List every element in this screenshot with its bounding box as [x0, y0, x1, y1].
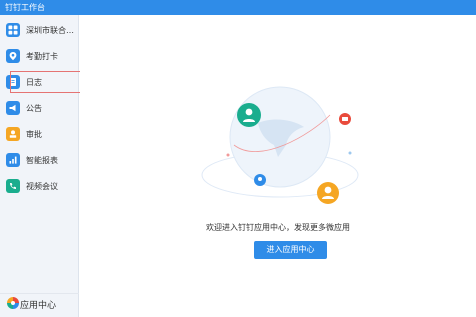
pinwheel-icon	[6, 296, 20, 313]
window-title: 钉钉工作台	[5, 3, 45, 12]
selection-highlight-box	[10, 71, 89, 93]
sidebar-item-label: 考勤打卡	[26, 51, 58, 61]
phone-video-icon	[6, 179, 20, 193]
sidebar-item-label: 智能报表	[26, 155, 58, 165]
sidebar-item-label: 深圳市联合创...	[26, 25, 79, 35]
app-center-illustration	[201, 86, 359, 204]
welcome-text: 欢迎进入钉钉应用中心，发现更多微应用	[206, 223, 350, 232]
enter-app-center-button[interactable]: 进入应用中心	[254, 241, 327, 259]
sidebar-item-attendance[interactable]: 考勤打卡	[0, 43, 79, 69]
sidebar-item-announcement[interactable]: 公告	[0, 95, 79, 121]
bar-chart-icon	[6, 153, 20, 167]
location-pin-icon	[6, 49, 20, 63]
sidebar-item-label: 应用中心	[20, 301, 57, 311]
window-titlebar: 钉钉工作台	[0, 0, 476, 15]
sidebar-item-org[interactable]: 深圳市联合创...	[0, 17, 79, 43]
main-panel: 欢迎进入钉钉应用中心，发现更多微应用 进入应用中心	[80, 15, 476, 317]
sidebar: 深圳市联合创... 考勤打卡 日志 公告 审批 智能报表 视频会议 应用中心	[0, 15, 79, 317]
person-stamp-icon	[6, 127, 20, 141]
megaphone-icon	[6, 101, 20, 115]
sidebar-item-label: 公告	[26, 103, 42, 113]
grid-icon	[6, 23, 20, 37]
sidebar-item-app-center[interactable]: 应用中心	[0, 293, 79, 315]
sidebar-item-video-meeting[interactable]: 视频会议	[0, 173, 79, 199]
sidebar-item-label: 审批	[26, 129, 42, 139]
sidebar-item-reports[interactable]: 智能报表	[0, 147, 79, 173]
sidebar-item-approval[interactable]: 审批	[0, 121, 79, 147]
sidebar-item-label: 视频会议	[26, 181, 58, 191]
